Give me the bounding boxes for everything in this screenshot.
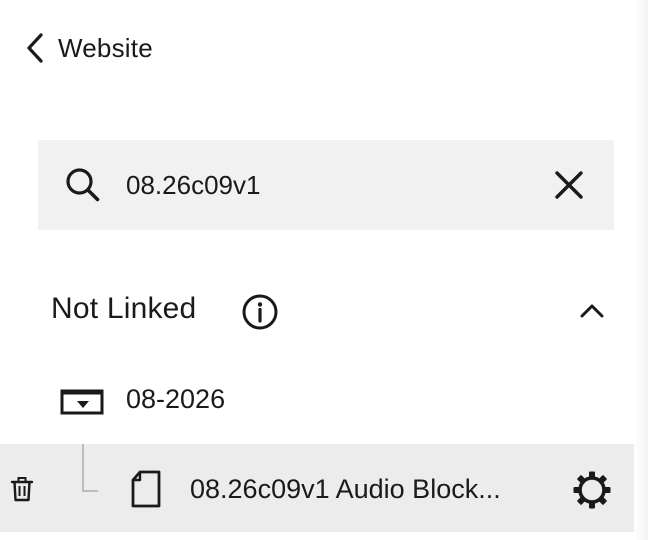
folder-dropdown-icon — [60, 388, 106, 416]
section-title: Not Linked — [51, 292, 197, 325]
folder-row[interactable]: 08-2026 — [0, 376, 648, 428]
gear-icon[interactable] — [572, 470, 612, 510]
trash-icon[interactable] — [10, 476, 34, 502]
back-button[interactable]: Website — [24, 28, 153, 68]
chevron-left-icon — [24, 30, 48, 66]
search-input[interactable] — [126, 164, 526, 206]
chevron-up-icon[interactable] — [579, 298, 605, 324]
info-icon[interactable] — [241, 293, 279, 331]
tree-connector — [82, 444, 98, 492]
close-icon[interactable] — [552, 168, 586, 202]
section-not-linked-header[interactable]: Not Linked — [51, 288, 611, 336]
page-icon — [130, 470, 162, 508]
search-icon — [64, 166, 102, 204]
back-label: Website — [58, 32, 153, 63]
panel-edge — [634, 0, 648, 540]
item-label: 08.26c09v1 Audio Block... — [190, 474, 501, 504]
folder-label: 08-2026 — [126, 384, 226, 414]
navigation-panel: Website Not Linked — [0, 0, 648, 540]
search-bar — [38, 140, 614, 230]
